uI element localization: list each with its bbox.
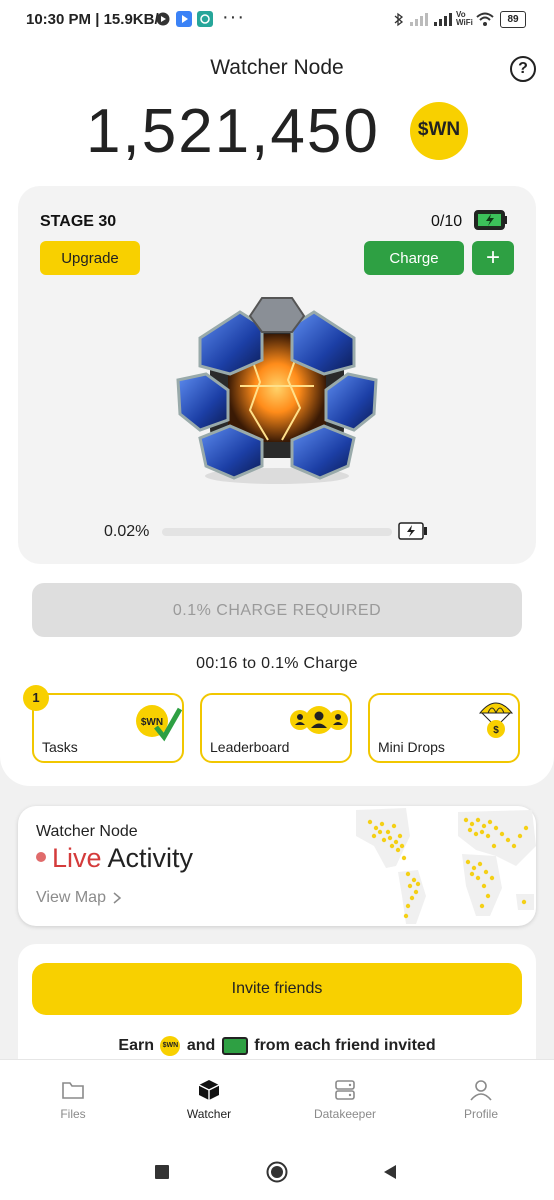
question-icon[interactable]: ? bbox=[510, 56, 536, 82]
nav-watcher[interactable]: Watcher bbox=[159, 1079, 259, 1121]
add-charge-button[interactable]: + bbox=[472, 241, 514, 275]
video-app-icon bbox=[176, 11, 192, 27]
svg-text:$WN: $WN bbox=[141, 717, 163, 728]
signal-icon bbox=[410, 13, 428, 26]
svg-text:$: $ bbox=[493, 725, 499, 736]
bluetooth-icon bbox=[394, 12, 404, 27]
tasks-badge: 1 bbox=[23, 685, 49, 711]
balance-amount: 1,521,450 bbox=[86, 97, 380, 166]
folder-icon bbox=[62, 1082, 84, 1099]
wn-coin-small-icon: $WN bbox=[160, 1036, 181, 1056]
energy-count: 0/10 bbox=[431, 213, 463, 230]
wn-check-icon: $WN bbox=[136, 705, 182, 742]
play-icon bbox=[156, 12, 170, 26]
stage-label: STAGE 30 bbox=[40, 213, 117, 230]
server-icon bbox=[335, 1080, 355, 1100]
nav-files[interactable]: Files bbox=[23, 1079, 123, 1121]
nav-datakeeper[interactable]: Datakeeper bbox=[295, 1079, 395, 1121]
battery-charge-icon bbox=[474, 210, 507, 230]
more-icon: ··· bbox=[222, 6, 245, 28]
battery-status: 89 bbox=[500, 11, 526, 28]
cube-icon bbox=[198, 1080, 220, 1100]
nav-profile[interactable]: Profile bbox=[431, 1079, 531, 1121]
app-icon bbox=[197, 11, 213, 27]
status-bar: 10:30 PM | 15.9KB/s ··· Vo WiFi 89 bbox=[0, 0, 554, 40]
chevron-right-icon bbox=[113, 892, 122, 904]
mini-drops-label: Mini Drops bbox=[378, 739, 445, 755]
leaderboard-tile[interactable]: Leaderboard bbox=[200, 693, 352, 763]
back-icon[interactable] bbox=[383, 1164, 397, 1180]
vowifi-icon: Vo WiFi bbox=[456, 10, 473, 27]
live-dot-icon bbox=[36, 851, 46, 862]
status-time: 10:30 PM | 15.9KB/s bbox=[26, 11, 167, 28]
page-title: Watcher Node bbox=[210, 56, 344, 79]
view-map-link[interactable]: View Map bbox=[36, 889, 122, 907]
charge-button[interactable]: Charge bbox=[364, 241, 464, 275]
tasks-tile[interactable]: Tasks $WN bbox=[32, 693, 184, 763]
watcher-node-image bbox=[176, 297, 378, 484]
invite-friends-button[interactable]: Invite friends bbox=[32, 963, 522, 1015]
progress-percent: 0.02% bbox=[104, 523, 150, 540]
users-icon bbox=[290, 706, 348, 734]
charge-required-button[interactable]: 0.1% CHARGE REQUIRED bbox=[32, 583, 522, 637]
progress-bar bbox=[162, 528, 392, 536]
battery-icon bbox=[398, 522, 427, 540]
leaderboard-label: Leaderboard bbox=[210, 739, 290, 755]
live-subtitle: Watcher Node bbox=[36, 823, 138, 840]
upgrade-button[interactable]: Upgrade bbox=[40, 241, 140, 275]
tasks-label: Tasks bbox=[42, 739, 78, 755]
battery-reward-icon bbox=[221, 1037, 248, 1055]
live-activity-title: Live Activity bbox=[36, 843, 193, 874]
recent-apps-icon[interactable] bbox=[155, 1165, 169, 1179]
home-icon[interactable] bbox=[266, 1161, 288, 1183]
earn-info: Earn $WN and from each friend invited bbox=[118, 1036, 436, 1056]
charge-timer: 00:16 to 0.1% Charge bbox=[196, 655, 358, 672]
signal-icon-2 bbox=[434, 13, 452, 26]
parachute-coin-icon: $ bbox=[478, 702, 514, 738]
wifi-icon bbox=[476, 12, 494, 26]
wn-coin-icon: $WN bbox=[410, 102, 468, 160]
system-nav-bar bbox=[0, 1147, 554, 1200]
user-icon bbox=[470, 1080, 492, 1101]
world-map-image bbox=[356, 808, 536, 924]
mini-drops-tile[interactable]: Mini Drops $ bbox=[368, 693, 520, 763]
